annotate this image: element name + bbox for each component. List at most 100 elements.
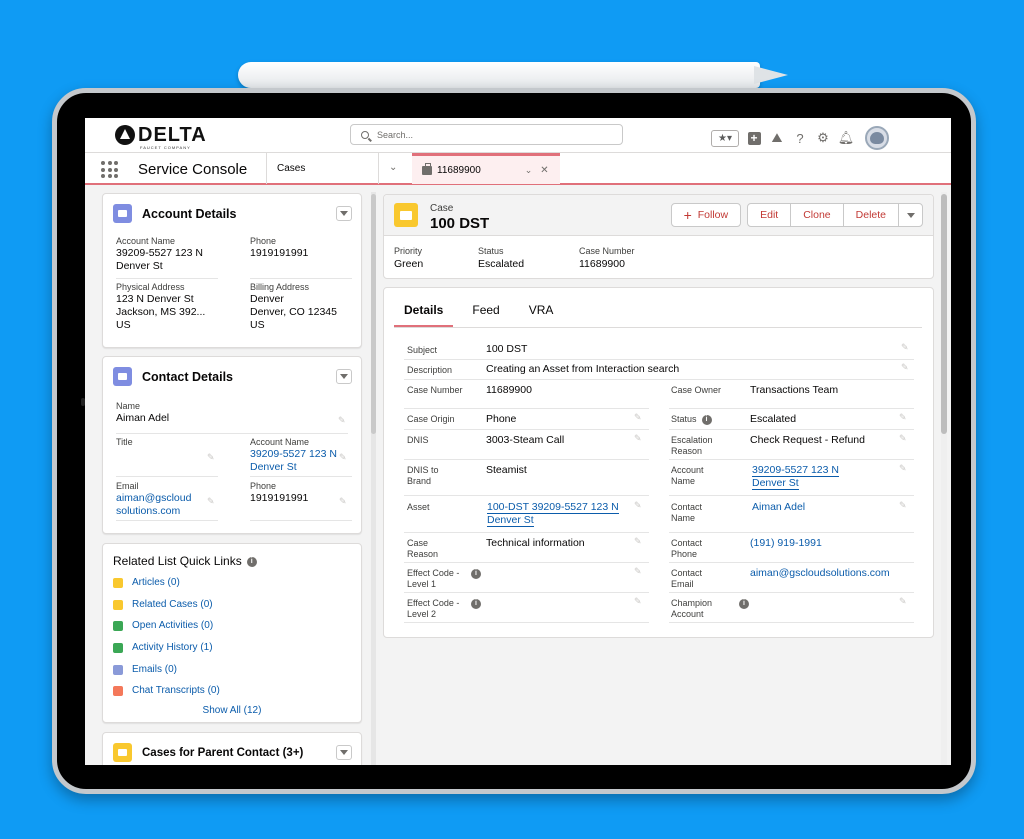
case-origin-value: Phone <box>486 413 517 425</box>
account-phone-value: 1919191991 <box>250 247 309 259</box>
card-title: Cases for Parent Contact (3+) <box>142 746 304 759</box>
highlight-priority: Priority Green <box>394 246 424 270</box>
edit-pencil-icon[interactable]: ✎ <box>634 536 642 547</box>
case-briefcase-icon <box>394 203 418 227</box>
escalation-reason-label: Escalation Reason <box>671 435 713 456</box>
edit-pencil-icon[interactable]: ✎ <box>899 433 907 444</box>
case-icon <box>113 743 132 762</box>
app-launcher-icon[interactable] <box>101 161 118 178</box>
show-all-link[interactable]: Show All (12) <box>103 705 361 716</box>
card-menu-dropdown-button[interactable] <box>336 369 352 384</box>
stylus-pencil <box>238 62 788 88</box>
contact-account-link[interactable]: 39209-5527 123 N Denver St <box>250 448 340 474</box>
tab-chevron-down-icon[interactable]: ⌄ <box>525 165 533 176</box>
edit-pencil-icon[interactable]: ✎ <box>901 362 909 373</box>
related-link-related-cases[interactable]: Related Cases (0) <box>113 599 213 610</box>
workspace-tab-case[interactable]: 11689900 ⌄ ✕ <box>412 153 560 184</box>
asset-link[interactable]: 100-DST 39209-5527 123 N Denver St <box>487 501 632 527</box>
related-list-quick-links-card: Related List Quick Links i Articles (0) R… <box>102 543 362 723</box>
info-icon[interactable]: i <box>246 556 257 567</box>
global-actions-icon[interactable]: + <box>746 130 762 146</box>
global-search[interactable] <box>350 124 623 145</box>
search-input[interactable] <box>377 129 597 140</box>
search-icon <box>361 130 369 139</box>
edit-pencil-icon[interactable]: ✎ <box>339 496 347 507</box>
card-menu-dropdown-button[interactable] <box>336 206 352 221</box>
related-link-activity-history[interactable]: Activity History (1) <box>113 642 213 653</box>
edit-pencil-icon[interactable]: ✎ <box>901 342 909 353</box>
case-details-card: Details Feed VRA Subject 100 DST ✎ Descr… <box>383 287 934 638</box>
delta-logo[interactable]: DELTA FAUCET COMPANY <box>115 125 207 150</box>
nav-chevron-down-icon[interactable]: ⌄ <box>389 162 397 173</box>
contact-email-link[interactable]: aiman@gscloud solutions.com <box>116 492 206 518</box>
edit-pencil-icon[interactable]: ✎ <box>634 596 642 607</box>
champion-account-label: Champion Account <box>671 598 713 619</box>
physical-address-line3: US <box>116 319 131 331</box>
dnis-to-brand-value: Steamist <box>486 464 527 476</box>
follow-button[interactable]: + Follow <box>670 203 742 227</box>
card-menu-dropdown-button[interactable] <box>336 745 352 760</box>
edit-pencil-icon[interactable]: ✎ <box>634 412 642 423</box>
contact-phone-link[interactable]: (191) 919-1991 <box>750 537 822 550</box>
edit-pencil-icon[interactable]: ✎ <box>338 415 346 426</box>
left-scrollbar-thumb[interactable] <box>371 194 376 434</box>
contact-email-label: Contact Email <box>671 568 703 589</box>
edit-pencil-icon[interactable]: ✎ <box>634 500 642 511</box>
account-name-link[interactable]: 39209-5527 123 N Denver St <box>752 464 862 490</box>
dnis-value: 3003-Steam Call <box>486 434 565 446</box>
edit-pencil-icon[interactable]: ✎ <box>899 500 907 511</box>
chat-icon <box>113 685 123 696</box>
help-icon[interactable]: ? <box>792 130 808 146</box>
tab-feed[interactable]: Feed <box>462 300 509 327</box>
edit-pencil-icon[interactable]: ✎ <box>899 596 907 607</box>
info-icon[interactable]: i <box>701 414 712 425</box>
case-owner-label: Case Owner <box>671 385 722 395</box>
info-icon[interactable]: i <box>471 569 481 579</box>
related-list-title: Related List Quick Links <box>113 554 242 568</box>
more-actions-dropdown-button[interactable] <box>898 203 923 227</box>
edit-pencil-icon[interactable]: ✎ <box>899 463 907 474</box>
right-scrollbar-thumb[interactable] <box>941 194 947 434</box>
edit-pencil-icon[interactable]: ✎ <box>207 496 215 507</box>
highlight-status: Status Escalated <box>478 246 525 270</box>
related-link-articles[interactable]: Articles (0) <box>113 577 180 588</box>
effect-code-level1-label: Effect Code - Level 1 <box>407 568 460 589</box>
favorites-star-icon[interactable]: ★▾ <box>711 129 739 147</box>
record-type-label: Case <box>430 203 454 214</box>
related-link-chat-transcripts[interactable]: Chat Transcripts (0) <box>113 685 220 696</box>
notification-bell-icon[interactable]: 🔔︎ <box>838 130 855 146</box>
contact-details-card: Contact Details Name Aiman Adel ✎ Title … <box>102 356 362 534</box>
edit-pencil-icon[interactable]: ✎ <box>634 433 642 444</box>
plus-icon: + <box>683 207 692 223</box>
tab-vra[interactable]: VRA <box>519 300 564 327</box>
clone-button[interactable]: Clone <box>790 203 844 227</box>
tab-close-icon[interactable]: ✕ <box>540 165 548 176</box>
delete-button[interactable]: Delete <box>842 203 899 227</box>
related-link-open-activities[interactable]: Open Activities (0) <box>113 620 213 631</box>
contact-name-link[interactable]: Aiman Adel <box>752 501 805 514</box>
related-link-emails[interactable]: Emails (0) <box>113 664 177 675</box>
articles-icon <box>113 577 123 588</box>
physical-address-line1: 123 N Denver St <box>116 293 194 305</box>
edit-pencil-icon[interactable]: ✎ <box>634 566 642 577</box>
account-details-card: Account Details Account Name 39209-5527 … <box>102 193 362 348</box>
case-reason-value: Technical information <box>486 537 585 549</box>
nav-item-cases[interactable]: Cases <box>266 153 379 184</box>
activities-icon <box>113 620 123 631</box>
contact-email-link[interactable]: aiman@gscloudsolutions.com <box>750 567 890 580</box>
contact-name-value: Aiman Adel <box>116 412 170 424</box>
edit-pencil-icon[interactable]: ✎ <box>899 412 907 423</box>
user-avatar[interactable] <box>865 126 889 150</box>
edit-pencil-icon[interactable]: ✎ <box>207 452 215 463</box>
edit-pencil-icon[interactable]: ✎ <box>339 452 347 463</box>
account-name-label: Account Name <box>671 465 704 486</box>
info-icon[interactable]: i <box>471 599 481 609</box>
setup-gear-icon[interactable]: ⚙ <box>815 130 831 146</box>
info-icon[interactable]: i <box>739 599 749 609</box>
highlight-case-number: Case Number 11689900 <box>579 246 635 270</box>
edit-button[interactable]: Edit <box>747 203 792 227</box>
trailhead-icon[interactable]: ⛰ <box>769 130 785 146</box>
console-navigation-bar: Service Console Cases ⌄ 11689900 ⌄ ✕ <box>85 152 951 185</box>
tab-details[interactable]: Details <box>394 300 454 327</box>
app-name: Service Console <box>138 161 248 178</box>
